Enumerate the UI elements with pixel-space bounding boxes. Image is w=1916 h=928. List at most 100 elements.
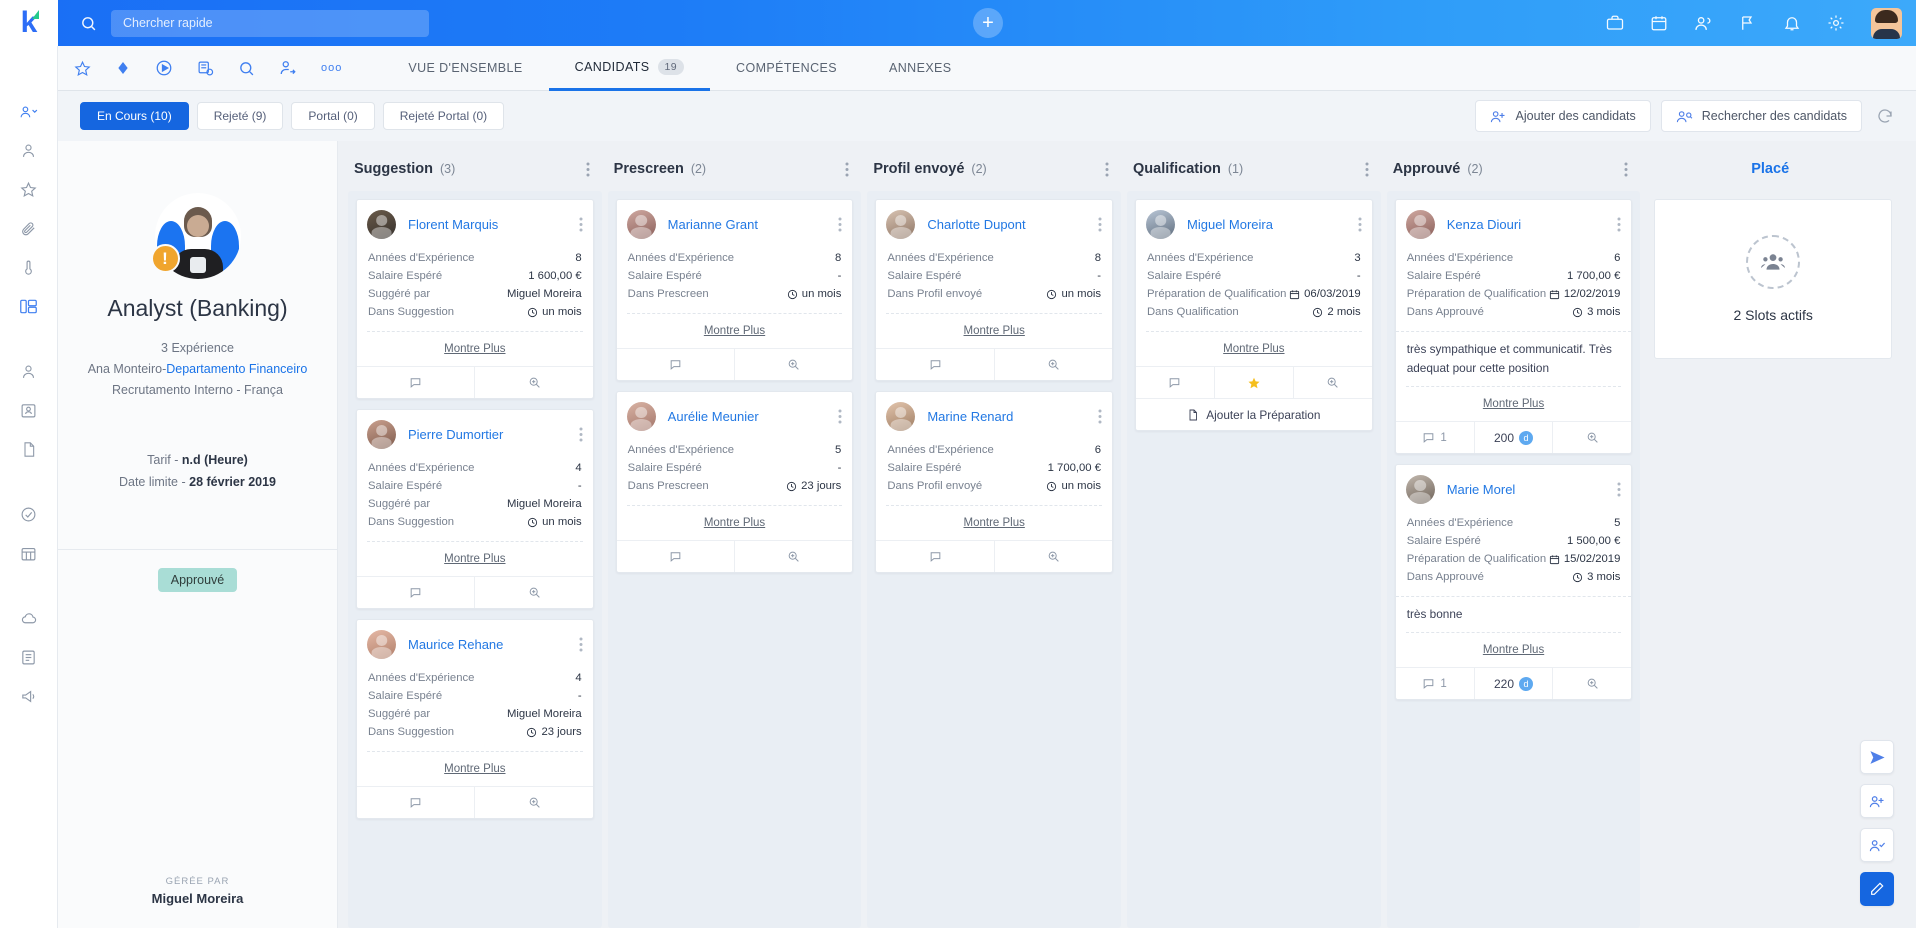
card-comment-action[interactable] xyxy=(876,349,993,380)
card-score-action[interactable]: 220 d xyxy=(1473,668,1553,699)
search-icon[interactable] xyxy=(238,60,255,77)
play-circle-icon[interactable] xyxy=(155,59,173,77)
job-department-link[interactable]: Departamento Financeiro xyxy=(166,362,307,376)
rail-document-icon[interactable] xyxy=(21,441,37,458)
card-comment-action[interactable] xyxy=(617,349,734,380)
rail-paperclip-icon[interactable] xyxy=(20,220,37,237)
candidate-card[interactable]: Pierre Dumortier Années d'Expérience 4 Sala… xyxy=(356,409,594,609)
card-menu-icon[interactable] xyxy=(1098,409,1102,424)
candidate-card[interactable]: Aurélie Meunier Années d'Expérience 5 Salai… xyxy=(615,391,854,573)
card-star-action[interactable] xyxy=(1213,367,1293,398)
card-menu-icon[interactable] xyxy=(579,637,583,652)
search-candidates-button[interactable]: Rechercher des candidats xyxy=(1660,100,1862,132)
rail-thermometer-icon[interactable] xyxy=(20,259,37,276)
show-more-link[interactable]: Montre Plus xyxy=(444,763,505,775)
card-comment-action[interactable]: 1 xyxy=(1396,668,1474,699)
user-avatar[interactable] xyxy=(1871,7,1902,39)
add-preparation-button[interactable]: Ajouter la Préparation xyxy=(1136,398,1372,430)
card-zoom-action[interactable] xyxy=(993,349,1112,380)
column-menu-icon[interactable] xyxy=(1624,162,1628,177)
rail-calendar-grid-icon[interactable] xyxy=(20,545,37,562)
candidate-card[interactable]: Maurice Rehane Années d'Expérience 4 Salair… xyxy=(356,619,594,819)
candidate-card[interactable]: Miguel Moreira Années d'Expérience 3 Salair… xyxy=(1135,199,1373,431)
card-menu-icon[interactable] xyxy=(579,427,583,442)
candidate-name[interactable]: Pierre Dumortier xyxy=(408,427,503,442)
card-menu-icon[interactable] xyxy=(1358,217,1362,232)
column-menu-icon[interactable] xyxy=(586,162,590,177)
briefcase-icon[interactable] xyxy=(1606,14,1624,32)
search-icon[interactable] xyxy=(80,15,97,32)
search-input[interactable] xyxy=(111,9,429,37)
card-zoom-action[interactable] xyxy=(474,577,592,608)
card-zoom-action[interactable] xyxy=(474,787,592,818)
add-user-icon-button[interactable] xyxy=(1860,784,1894,818)
candidate-card[interactable]: Florent Marquis Années d'Expérience 8 Salai… xyxy=(356,199,594,399)
filter-chip-rejete-portal[interactable]: Rejeté Portal (0) xyxy=(382,102,505,130)
rail-check-circle-icon[interactable] xyxy=(20,506,37,523)
people-icon[interactable] xyxy=(1694,14,1713,33)
show-more-link[interactable]: Montre Plus xyxy=(1483,644,1544,656)
card-score-action[interactable]: 200 d xyxy=(1473,422,1553,453)
refresh-icon[interactable] xyxy=(1876,107,1894,125)
candidate-card[interactable]: Marianne Grant Années d'Expérience 8 Salair… xyxy=(615,199,854,381)
filter-chip-portal[interactable]: Portal (0) xyxy=(291,102,375,130)
flag-icon[interactable] xyxy=(1739,14,1757,32)
card-menu-icon[interactable] xyxy=(1098,217,1102,232)
show-more-link[interactable]: Montre Plus xyxy=(444,553,505,565)
card-zoom-action[interactable] xyxy=(734,541,852,572)
card-comment-action[interactable] xyxy=(876,541,993,572)
candidate-card[interactable]: Charlotte Dupont Années d'Expérience 8 Sala… xyxy=(875,199,1114,381)
card-menu-icon[interactable] xyxy=(579,217,583,232)
candidate-name[interactable]: Florent Marquis xyxy=(408,217,498,232)
rail-cloud-icon[interactable] xyxy=(20,610,38,627)
candidate-card[interactable]: Kenza Diouri Années d'Expérience 6 Salaire … xyxy=(1394,199,1633,454)
rail-megaphone-icon[interactable] xyxy=(20,688,37,705)
candidate-name[interactable]: Aurélie Meunier xyxy=(668,409,759,424)
show-more-link[interactable]: Montre Plus xyxy=(964,517,1025,529)
app-logo[interactable]: k xyxy=(0,0,58,46)
bell-icon[interactable] xyxy=(1783,14,1801,32)
tab-competences[interactable]: COMPÉTENCES xyxy=(710,46,863,91)
rail-user-dropdown-icon[interactable] xyxy=(19,103,39,120)
card-comment-action[interactable] xyxy=(357,577,474,608)
candidate-name[interactable]: Marine Renard xyxy=(927,409,1013,424)
diamond-icon[interactable] xyxy=(115,60,131,76)
rail-user-outline-icon[interactable] xyxy=(20,363,37,380)
add-candidates-button[interactable]: Ajouter des candidats xyxy=(1474,100,1651,132)
card-zoom-action[interactable] xyxy=(1552,422,1631,453)
tab-annexes[interactable]: ANNEXES xyxy=(863,46,978,91)
candidate-name[interactable]: Kenza Diouri xyxy=(1447,217,1521,232)
show-more-link[interactable]: Montre Plus xyxy=(1223,343,1284,355)
show-more-link[interactable]: Montre Plus xyxy=(704,517,765,529)
candidate-name[interactable]: Miguel Moreira xyxy=(1187,217,1273,232)
edit-icon-button[interactable] xyxy=(1860,872,1894,906)
tab-vue-densemble[interactable]: VUE D'ENSEMBLE xyxy=(382,46,548,91)
rail-star-icon[interactable] xyxy=(20,181,37,198)
card-zoom-action[interactable] xyxy=(993,541,1112,572)
card-menu-icon[interactable] xyxy=(838,409,842,424)
send-icon-button[interactable] xyxy=(1860,740,1894,774)
filter-chip-rejete[interactable]: Rejeté (9) xyxy=(196,102,284,130)
rail-kanban-icon[interactable] xyxy=(19,298,38,315)
candidate-card[interactable]: Marine Renard Années d'Expérience 6 Salaire… xyxy=(875,391,1114,573)
card-menu-icon[interactable] xyxy=(838,217,842,232)
card-comment-action[interactable] xyxy=(357,787,474,818)
rail-person-icon[interactable] xyxy=(20,142,37,159)
card-zoom-action[interactable] xyxy=(1552,668,1631,699)
card-comment-action[interactable] xyxy=(1136,367,1214,398)
card-zoom-action[interactable] xyxy=(474,367,592,398)
calendar-icon[interactable] xyxy=(1650,14,1668,32)
tab-candidats[interactable]: CANDIDATS 19 xyxy=(548,46,711,91)
more-icon[interactable]: ooo xyxy=(321,62,342,74)
candidate-name[interactable]: Marianne Grant xyxy=(668,217,758,232)
star-icon[interactable] xyxy=(74,60,91,77)
show-more-link[interactable]: Montre Plus xyxy=(964,325,1025,337)
rail-note-icon[interactable] xyxy=(20,649,37,666)
column-menu-icon[interactable] xyxy=(1365,162,1369,177)
gear-icon[interactable] xyxy=(1827,14,1845,32)
card-menu-icon[interactable] xyxy=(1617,217,1621,232)
candidate-name[interactable]: Marie Morel xyxy=(1447,482,1516,497)
card-zoom-action[interactable] xyxy=(1292,367,1372,398)
card-menu-icon[interactable] xyxy=(1617,482,1621,497)
show-more-link[interactable]: Montre Plus xyxy=(1483,398,1544,410)
